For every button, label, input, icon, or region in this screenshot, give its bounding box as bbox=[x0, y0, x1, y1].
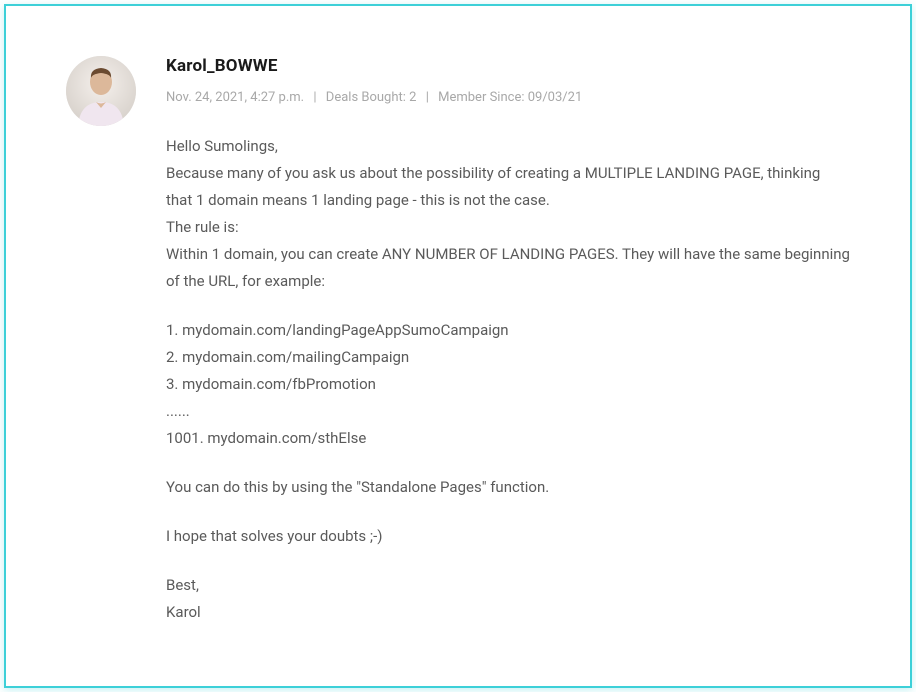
comment-meta: Nov. 24, 2021, 4:27 p.m. | Deals Bought:… bbox=[166, 90, 850, 105]
body-line: I hope that solves your doubts ;-) bbox=[166, 523, 850, 550]
meta-separator: | bbox=[426, 90, 429, 105]
body-line: The rule is: bbox=[166, 214, 850, 241]
body-line: Hello Sumolings, bbox=[166, 133, 850, 160]
comment-body: Hello Sumolings, Because many of you ask… bbox=[166, 133, 850, 626]
comment-card: Karol_BOWWE Nov. 24, 2021, 4:27 p.m. | D… bbox=[4, 4, 912, 688]
meta-timestamp: Nov. 24, 2021, 4:27 p.m. bbox=[166, 90, 304, 105]
meta-separator: | bbox=[313, 90, 316, 105]
body-signoff: Best, bbox=[166, 572, 850, 599]
meta-deals-bought: Deals Bought: 2 bbox=[326, 90, 417, 105]
body-example: 1. mydomain.com/landingPageAppSumoCampai… bbox=[166, 317, 850, 344]
body-example: 3. mydomain.com/fbPromotion bbox=[166, 371, 850, 398]
body-example: 1001. mydomain.com/sthElse bbox=[166, 425, 850, 452]
avatar bbox=[66, 56, 136, 126]
meta-member-since: Member Since: 09/03/21 bbox=[438, 90, 582, 105]
body-line: You can do this by using the "Standalone… bbox=[166, 474, 850, 501]
body-ellipsis: ...... bbox=[166, 398, 850, 425]
comment-content: Karol_BOWWE Nov. 24, 2021, 4:27 p.m. | D… bbox=[166, 56, 850, 626]
body-line: Within 1 domain, you can create ANY NUMB… bbox=[166, 241, 850, 295]
body-signoff: Karol bbox=[166, 599, 850, 626]
author-username[interactable]: Karol_BOWWE bbox=[166, 56, 850, 76]
avatar-image-icon bbox=[66, 56, 136, 126]
body-line: Because many of you ask us about the pos… bbox=[166, 160, 850, 214]
body-example: 2. mydomain.com/mailingCampaign bbox=[166, 344, 850, 371]
